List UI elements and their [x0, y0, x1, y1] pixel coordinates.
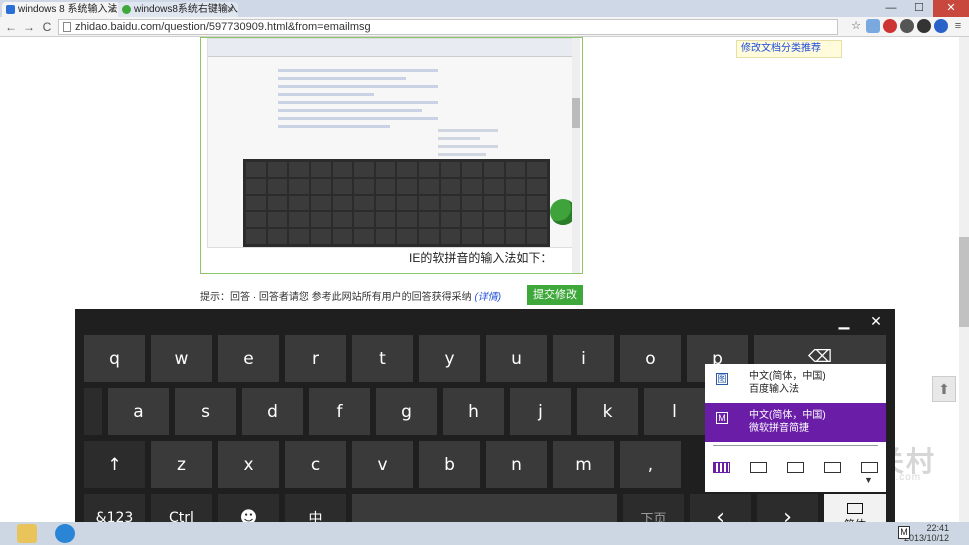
submit-edit-button[interactable]: 提交修改: [527, 285, 583, 305]
windows-taskbar: 22:41 2013/10/12: [0, 522, 969, 545]
tab-close-icon[interactable]: ✕: [108, 2, 116, 17]
layout-split-icon[interactable]: [750, 462, 767, 473]
system-clock[interactable]: 22:41 2013/10/12: [904, 523, 949, 543]
chrome-favicon-icon: [122, 5, 131, 14]
extension-icon[interactable]: [866, 19, 880, 33]
reload-button[interactable]: C: [40, 19, 54, 35]
key-d[interactable]: d: [242, 388, 303, 435]
ie-favicon-icon: [6, 5, 15, 14]
internet-explorer-icon[interactable]: [55, 524, 75, 543]
star-icon[interactable]: ☆: [849, 19, 863, 33]
tab-title: windows 8 系统输入法: [18, 4, 118, 15]
screenshot-caption: IE的软拼音的输入法如下：: [409, 251, 553, 265]
ime-option-microsoft-pinyin[interactable]: M 中文(简体，中国) 微软拼音简捷: [705, 403, 886, 442]
layout-hide-icon[interactable]: [861, 462, 878, 473]
ime-option-name: 百度输入法: [749, 384, 799, 395]
key-k[interactable]: k: [577, 388, 638, 435]
keyboard-layout-options: [713, 462, 878, 473]
keyboard-dock-button[interactable]: ▁: [835, 312, 853, 330]
page-scrollbar[interactable]: [959, 37, 969, 522]
key-z[interactable]: z: [151, 441, 212, 488]
key-comma[interactable]: ,: [620, 441, 681, 488]
extension-icon[interactable]: [917, 19, 931, 33]
key-i[interactable]: i: [553, 335, 614, 382]
key-f[interactable]: f: [309, 388, 370, 435]
extension-icons: ☆ ≡: [849, 19, 965, 33]
window-controls: — ☐ ✕: [877, 0, 969, 17]
ime-option-language: 中文(简体，中国): [749, 371, 826, 382]
embedded-text-lines: [278, 69, 438, 133]
microsoft-ime-icon: M: [716, 412, 728, 424]
key-e[interactable]: e: [218, 335, 279, 382]
key-q[interactable]: q: [84, 335, 145, 382]
key-g[interactable]: g: [376, 388, 437, 435]
keyboard-close-button[interactable]: ✕: [867, 312, 885, 330]
baidu-ime-icon: 图: [716, 373, 728, 385]
menu-icon[interactable]: ≡: [951, 19, 965, 33]
clock-date: 2013/10/12: [903, 533, 949, 543]
clock-time: 22:41: [926, 523, 949, 533]
extension-icon[interactable]: [900, 19, 914, 33]
key-spacer: [84, 388, 102, 435]
key-l[interactable]: l: [644, 388, 705, 435]
close-button[interactable]: ✕: [933, 0, 969, 17]
key-r[interactable]: r: [285, 335, 346, 382]
key-a[interactable]: a: [108, 388, 169, 435]
browser-toolbar: ← → C zhidao.baidu.com/question/59773090…: [0, 17, 969, 37]
page-icon: [63, 22, 71, 32]
address-bar[interactable]: zhidao.baidu.com/question/597730909.html…: [58, 19, 838, 35]
minimize-button[interactable]: —: [877, 0, 905, 17]
tab-title: windows8系统右键输入法: [134, 4, 238, 15]
layout-handwriting-icon[interactable]: [787, 462, 804, 473]
key-h[interactable]: h: [443, 388, 504, 435]
forward-button[interactable]: →: [22, 19, 36, 35]
embedded-keyboard: [243, 159, 550, 247]
hint-details-link[interactable]: (详情): [474, 292, 501, 303]
popup-caret-icon: ▼: [864, 475, 873, 485]
embedded-screenshot: [207, 38, 576, 248]
back-button[interactable]: ←: [4, 19, 18, 35]
extension-icon[interactable]: [934, 19, 948, 33]
key-c[interactable]: c: [285, 441, 346, 488]
key-u[interactable]: u: [486, 335, 547, 382]
hint-text: 提示：回答 · 回答者请您 参考此网站所有用户的回答获得采纳: [200, 292, 472, 303]
embedded-sidebar-lines: [438, 129, 498, 161]
layout-full-keyboard-icon[interactable]: [824, 462, 841, 473]
key-o[interactable]: o: [620, 335, 681, 382]
tab-active[interactable]: windows 8 系统输入法 ✕: [2, 2, 120, 17]
ime-option-name: 微软拼音简捷: [749, 423, 809, 434]
ime-selection-popup: 图 中文(简体，中国) 百度输入法 M 中文(简体，中国) 微软拼音简捷: [705, 364, 886, 492]
ime-tray-indicator[interactable]: M: [898, 526, 910, 539]
key-t[interactable]: t: [352, 335, 413, 382]
key-b[interactable]: b: [419, 441, 480, 488]
file-explorer-icon[interactable]: [17, 524, 37, 543]
keyboard-layout-icon: [847, 503, 863, 514]
back-to-top-button[interactable]: ⬆: [932, 376, 956, 402]
ime-option-language: 中文(简体，中国): [749, 410, 826, 421]
key-m[interactable]: m: [553, 441, 614, 488]
key-n[interactable]: n: [486, 441, 547, 488]
key-s[interactable]: s: [175, 388, 236, 435]
url-text: zhidao.baidu.com/question/597730909.html…: [75, 21, 371, 33]
tab-close-icon[interactable]: ✕: [226, 2, 234, 17]
key-shift[interactable]: ↑: [84, 441, 145, 488]
side-recommend-link[interactable]: 修改文档分类推荐: [736, 40, 842, 58]
key-v[interactable]: v: [352, 441, 413, 488]
key-y[interactable]: y: [419, 335, 480, 382]
tab-inactive[interactable]: windows8系统右键输入法 ✕: [118, 2, 238, 17]
extension-icon[interactable]: [883, 19, 897, 33]
maximize-button[interactable]: ☐: [905, 0, 933, 17]
embedded-browser-bar: [208, 39, 572, 57]
ime-option-baidu[interactable]: 图 中文(简体，中国) 百度输入法: [705, 364, 886, 403]
popup-divider: [713, 445, 878, 446]
answer-screenshot-frame: IE的软拼音的输入法如下：: [200, 37, 583, 274]
key-j[interactable]: j: [510, 388, 571, 435]
frame-scrollbar[interactable]: [572, 38, 580, 273]
layout-standard-icon[interactable]: [713, 462, 730, 473]
browser-tab-strip: windows 8 系统输入法 ✕ windows8系统右键输入法 ✕ — ☐ …: [0, 0, 969, 17]
answer-hint: 提示：回答 · 回答者请您 参考此网站所有用户的回答获得采纳 (详情): [200, 288, 501, 303]
key-w[interactable]: w: [151, 335, 212, 382]
key-x[interactable]: x: [218, 441, 279, 488]
